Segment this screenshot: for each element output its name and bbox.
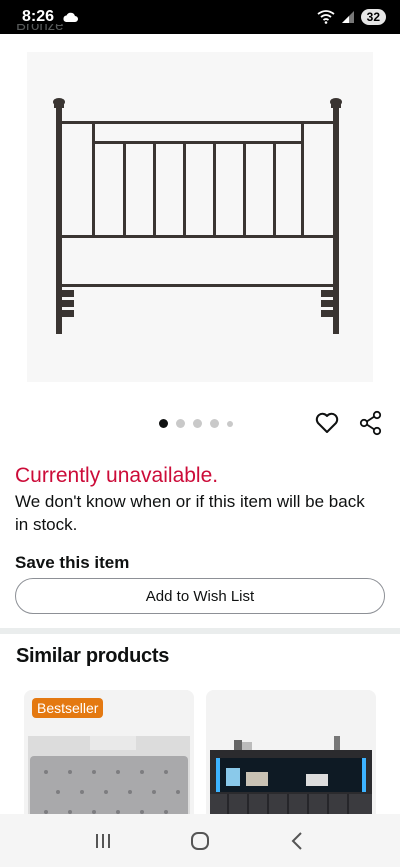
save-item-heading: Save this item — [15, 553, 130, 572]
carousel-dot-1[interactable] — [159, 419, 168, 428]
similar-products-heading: Similar products — [16, 645, 170, 667]
similar-product-card[interactable]: Bestseller — [24, 690, 194, 830]
availability-message: We don't know when or if this item will … — [15, 492, 365, 534]
color-name-label: Bronze — [16, 24, 64, 34]
wifi-icon — [317, 10, 335, 24]
led-storage-headboard-image — [206, 690, 376, 830]
recent-apps-button[interactable] — [88, 826, 118, 856]
cloud-icon — [63, 12, 79, 22]
signal-icon — [341, 11, 354, 23]
system-navigation-bar — [0, 814, 400, 867]
home-button[interactable] — [185, 826, 215, 856]
add-to-wishlist-button[interactable]: Add to Wish List — [15, 578, 385, 614]
share-icon — [359, 410, 382, 436]
back-button[interactable] — [282, 826, 312, 856]
heart-icon — [315, 412, 339, 433]
carousel-dot-2[interactable] — [176, 419, 185, 428]
recent-apps-icon — [96, 833, 111, 848]
section-divider — [0, 628, 400, 634]
bestseller-badge: Bestseller — [32, 698, 104, 718]
share-button[interactable] — [358, 410, 384, 436]
availability-status: Currently unavailable. — [15, 464, 219, 487]
wishlist-heart-button[interactable] — [314, 410, 340, 436]
home-icon — [190, 831, 209, 850]
carousel-dot-4[interactable] — [210, 419, 219, 428]
carousel-dot-3[interactable] — [193, 419, 202, 428]
battery-badge: 32 — [360, 9, 386, 25]
similar-product-card[interactable] — [206, 690, 376, 830]
status-icons: 32 — [317, 9, 386, 25]
image-carousel-dots[interactable] — [159, 419, 233, 428]
product-image[interactable] — [27, 52, 373, 382]
headboard-image — [53, 98, 342, 334]
back-icon — [291, 831, 302, 850]
carousel-dot-5[interactable] — [227, 420, 233, 427]
